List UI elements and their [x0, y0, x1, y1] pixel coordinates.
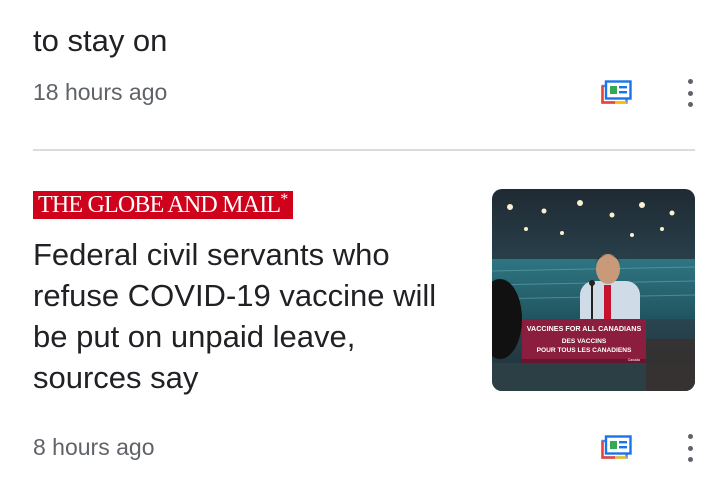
source-mark: * — [280, 191, 288, 208]
article-timestamp: 8 hours ago — [33, 434, 155, 460]
more-vert-icon-dot — [687, 457, 693, 462]
more-vert-icon-dot — [687, 102, 693, 107]
podium-sign-line1: VACCINES FOR ALL CANADIANS — [527, 324, 642, 333]
more-vert-icon-dot — [687, 79, 693, 84]
more-vert-icon-dot — [687, 445, 693, 451]
previous-headline-hidden-line — [33, 0, 593, 20]
more-vert-icon-dot — [687, 434, 693, 439]
more-vert-icon-dot — [687, 90, 693, 96]
article-thumbnail[interactable]: VACCINES FOR ALL CANADIANS DES VACCINS P… — [492, 189, 695, 391]
podium-sign-small: Canada — [628, 358, 640, 362]
card-divider — [33, 149, 695, 151]
podium-sign-line3: POUR TOUS LES CANADIENS — [537, 347, 632, 354]
previous-article-timestamp: 18 hours ago — [33, 79, 168, 105]
full-coverage-icon[interactable] — [601, 80, 632, 104]
more-options-button[interactable] — [682, 79, 698, 107]
source-name: THE GLOBE AND MAIL — [38, 192, 281, 218]
news-feed: to stay on 18 hours ago THE GLOBE AND MA… — [0, 0, 720, 477]
previous-article-headline[interactable]: to stay on — [33, 0, 593, 62]
podium-sign-line2: DES VACCINS — [562, 338, 607, 345]
more-options-button[interactable] — [682, 434, 698, 462]
previous-headline-tail: to stay on — [33, 23, 168, 58]
article-headline[interactable]: Federal civil servants who refuse COVID-… — [33, 234, 463, 398]
full-coverage-icon[interactable] — [601, 435, 632, 459]
source-logo-globe-and-mail[interactable]: THE GLOBE AND MAIL* — [33, 191, 294, 219]
